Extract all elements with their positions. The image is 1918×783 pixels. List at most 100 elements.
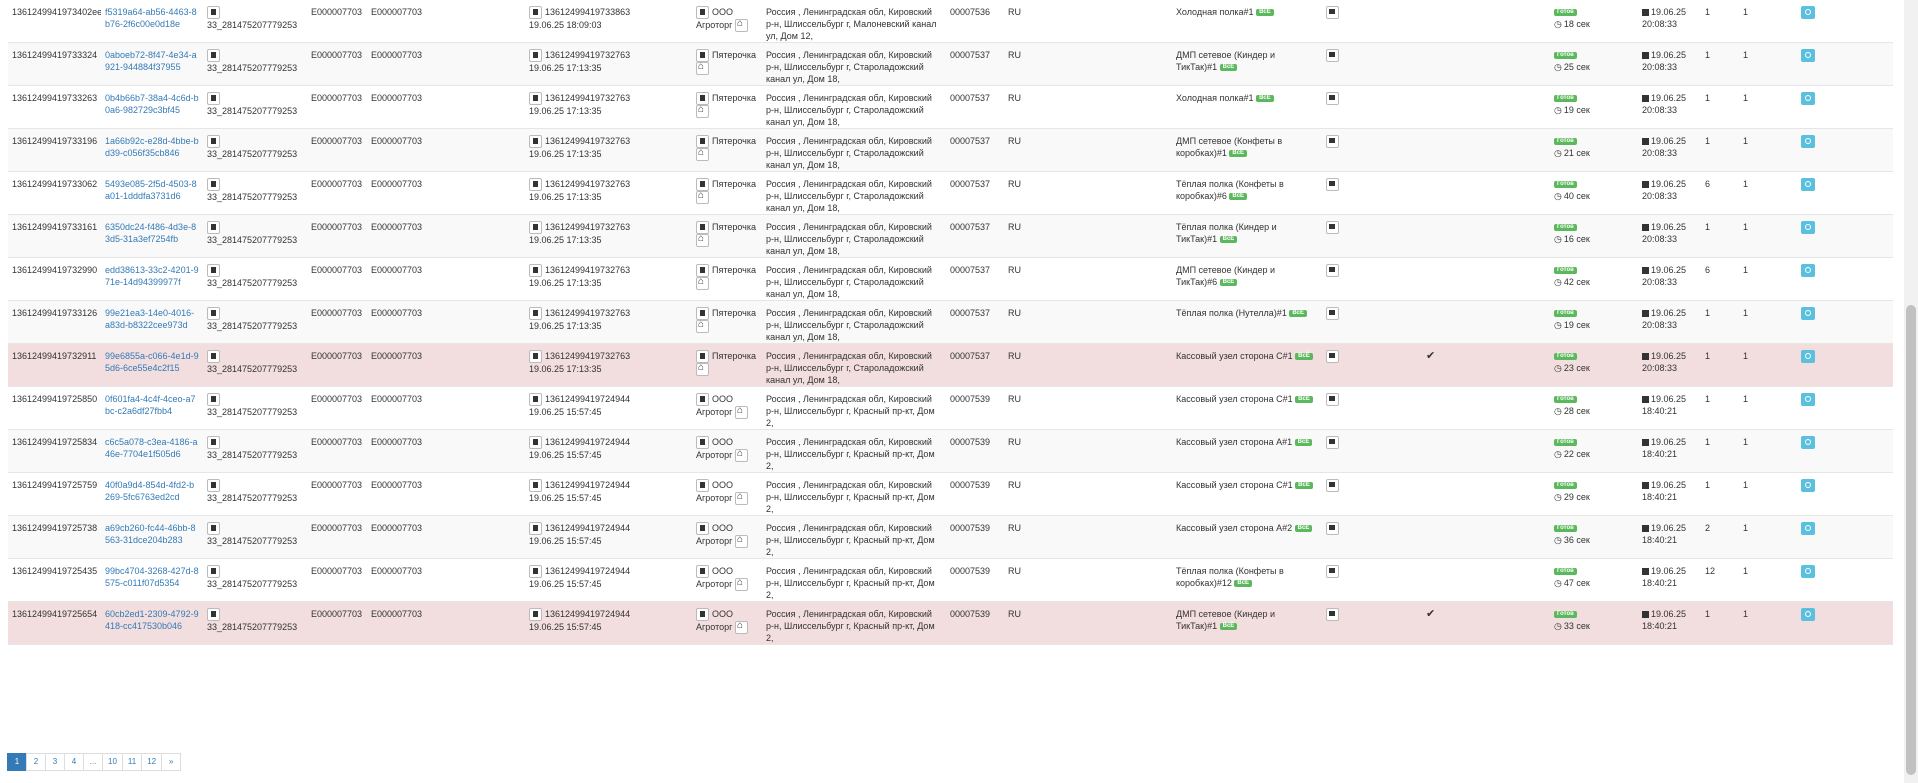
document-icon[interactable] [696, 178, 709, 192]
row-uuid-link[interactable]: c6c5a078-c3ea-4186-a46e-7704e1f505d6 [105, 437, 198, 459]
document-icon[interactable] [207, 49, 220, 63]
row-uuid-link[interactable]: 99e6855a-c066-4e1d-95d6-6ce55e4c2f15 [105, 351, 199, 373]
row-uuid-link[interactable]: 99e21ea3-14e0-4016-a83d-b8322cee973d [105, 308, 194, 330]
home-icon[interactable] [696, 362, 709, 377]
document-icon[interactable] [529, 92, 542, 106]
search-icon[interactable] [1801, 221, 1815, 234]
row-uuid-link[interactable]: a69cb260-fc44-46bb-8563-31dce204b283 [105, 523, 196, 545]
document-icon[interactable] [696, 6, 709, 20]
search-icon[interactable] [1801, 479, 1815, 492]
pagination-page[interactable]: 10 [102, 753, 123, 771]
home-icon[interactable] [734, 491, 748, 506]
row-uuid-link[interactable]: edd38613-33c2-4201-971e-14d94399977f [105, 265, 199, 287]
search-icon[interactable] [1801, 436, 1815, 449]
document-icon[interactable] [529, 6, 542, 20]
flag-icon[interactable] [1326, 178, 1339, 192]
document-icon[interactable] [696, 522, 709, 536]
flag-icon[interactable] [1326, 6, 1339, 20]
document-icon[interactable] [207, 393, 220, 407]
search-icon[interactable] [1801, 264, 1815, 277]
home-icon[interactable] [734, 18, 748, 33]
home-icon[interactable] [696, 61, 709, 76]
home-icon[interactable] [696, 319, 709, 334]
flag-icon[interactable] [1326, 49, 1339, 63]
document-icon[interactable] [207, 264, 220, 278]
home-icon[interactable] [696, 104, 709, 119]
document-icon[interactable] [696, 92, 709, 106]
pagination-page[interactable]: 4 [64, 753, 84, 771]
scrollbar[interactable] [1904, 0, 1918, 783]
flag-icon[interactable] [1326, 522, 1339, 536]
row-uuid-link[interactable]: f5319a64-ab56-4463-8b76-2f6c00e0d18e [105, 7, 197, 29]
flag-icon[interactable] [1326, 436, 1339, 450]
document-icon[interactable] [529, 350, 542, 364]
home-icon[interactable] [734, 448, 748, 463]
search-icon[interactable] [1801, 522, 1815, 535]
pagination-page[interactable]: 1 [7, 753, 27, 771]
search-icon[interactable] [1801, 350, 1815, 363]
flag-icon[interactable] [1326, 221, 1339, 235]
document-icon[interactable] [696, 307, 709, 321]
row-uuid-link[interactable]: 0f601fa4-4c4f-4ceo-a7bc-c2a6df27fbb4 [105, 394, 196, 416]
document-icon[interactable] [529, 393, 542, 407]
document-icon[interactable] [207, 307, 220, 321]
search-icon[interactable] [1801, 6, 1815, 19]
row-uuid-link[interactable]: 1a66b92c-e28d-4bbe-bd39-c056f35cb846 [105, 136, 199, 158]
document-icon[interactable] [696, 49, 709, 63]
search-icon[interactable] [1801, 608, 1815, 621]
document-icon[interactable] [696, 350, 709, 364]
flag-icon[interactable] [1326, 479, 1339, 493]
home-icon[interactable] [696, 147, 709, 162]
document-icon[interactable] [207, 436, 220, 450]
document-icon[interactable] [207, 92, 220, 106]
document-icon[interactable] [696, 436, 709, 450]
document-icon[interactable] [529, 264, 542, 278]
search-icon[interactable] [1801, 92, 1815, 105]
flag-icon[interactable] [1326, 92, 1339, 106]
pagination-page[interactable]: 3 [45, 753, 65, 771]
row-uuid-link[interactable]: 99bc4704-3268-427d-8575-c011f07d5354 [105, 566, 199, 588]
document-icon[interactable] [207, 565, 220, 579]
home-icon[interactable] [696, 276, 709, 291]
document-icon[interactable] [529, 565, 542, 579]
document-icon[interactable] [529, 221, 542, 235]
pagination-page[interactable]: 11 [121, 753, 143, 771]
flag-icon[interactable] [1326, 565, 1339, 579]
document-icon[interactable] [529, 436, 542, 450]
search-icon[interactable] [1801, 49, 1815, 62]
document-icon[interactable] [529, 49, 542, 63]
document-icon[interactable] [207, 6, 220, 20]
search-icon[interactable] [1801, 178, 1815, 191]
document-icon[interactable] [529, 307, 542, 321]
home-icon[interactable] [696, 233, 709, 248]
document-icon[interactable] [696, 608, 709, 622]
document-icon[interactable] [529, 522, 542, 536]
row-uuid-link[interactable]: 0aboeb72-8f47-4e34-a921-944884f37955 [105, 50, 197, 72]
search-icon[interactable] [1801, 307, 1815, 320]
document-icon[interactable] [696, 264, 709, 278]
flag-icon[interactable] [1326, 608, 1339, 622]
row-uuid-link[interactable]: 60cb2ed1-2309-4792-9418-cc417530b046 [105, 609, 199, 631]
document-icon[interactable] [207, 479, 220, 493]
document-icon[interactable] [529, 135, 542, 149]
row-uuid-link[interactable]: 5493e085-2f5d-4503-8a01-1dddfa3731d6 [105, 179, 197, 201]
row-uuid-link[interactable]: 40f0a9d4-854d-4fd2-b269-5fc6763ed2cd [105, 480, 194, 502]
pagination-page[interactable]: 2 [26, 753, 46, 771]
document-icon[interactable] [207, 221, 220, 235]
document-icon[interactable] [207, 135, 220, 149]
document-icon[interactable] [207, 350, 220, 364]
document-icon[interactable] [696, 221, 709, 235]
document-icon[interactable] [696, 393, 709, 407]
home-icon[interactable] [734, 405, 748, 420]
document-icon[interactable] [529, 178, 542, 192]
search-icon[interactable] [1801, 393, 1815, 406]
document-icon[interactable] [529, 479, 542, 493]
flag-icon[interactable] [1326, 393, 1339, 407]
flag-icon[interactable] [1326, 350, 1339, 364]
home-icon[interactable] [734, 534, 748, 549]
flag-icon[interactable] [1326, 264, 1339, 278]
row-uuid-link[interactable]: 0b4b66b7-38a4-4c6d-b0a6-982729c3bf45 [105, 93, 199, 115]
search-icon[interactable] [1801, 135, 1815, 148]
scrollbar-thumb[interactable] [1906, 305, 1916, 775]
home-icon[interactable] [734, 620, 748, 635]
